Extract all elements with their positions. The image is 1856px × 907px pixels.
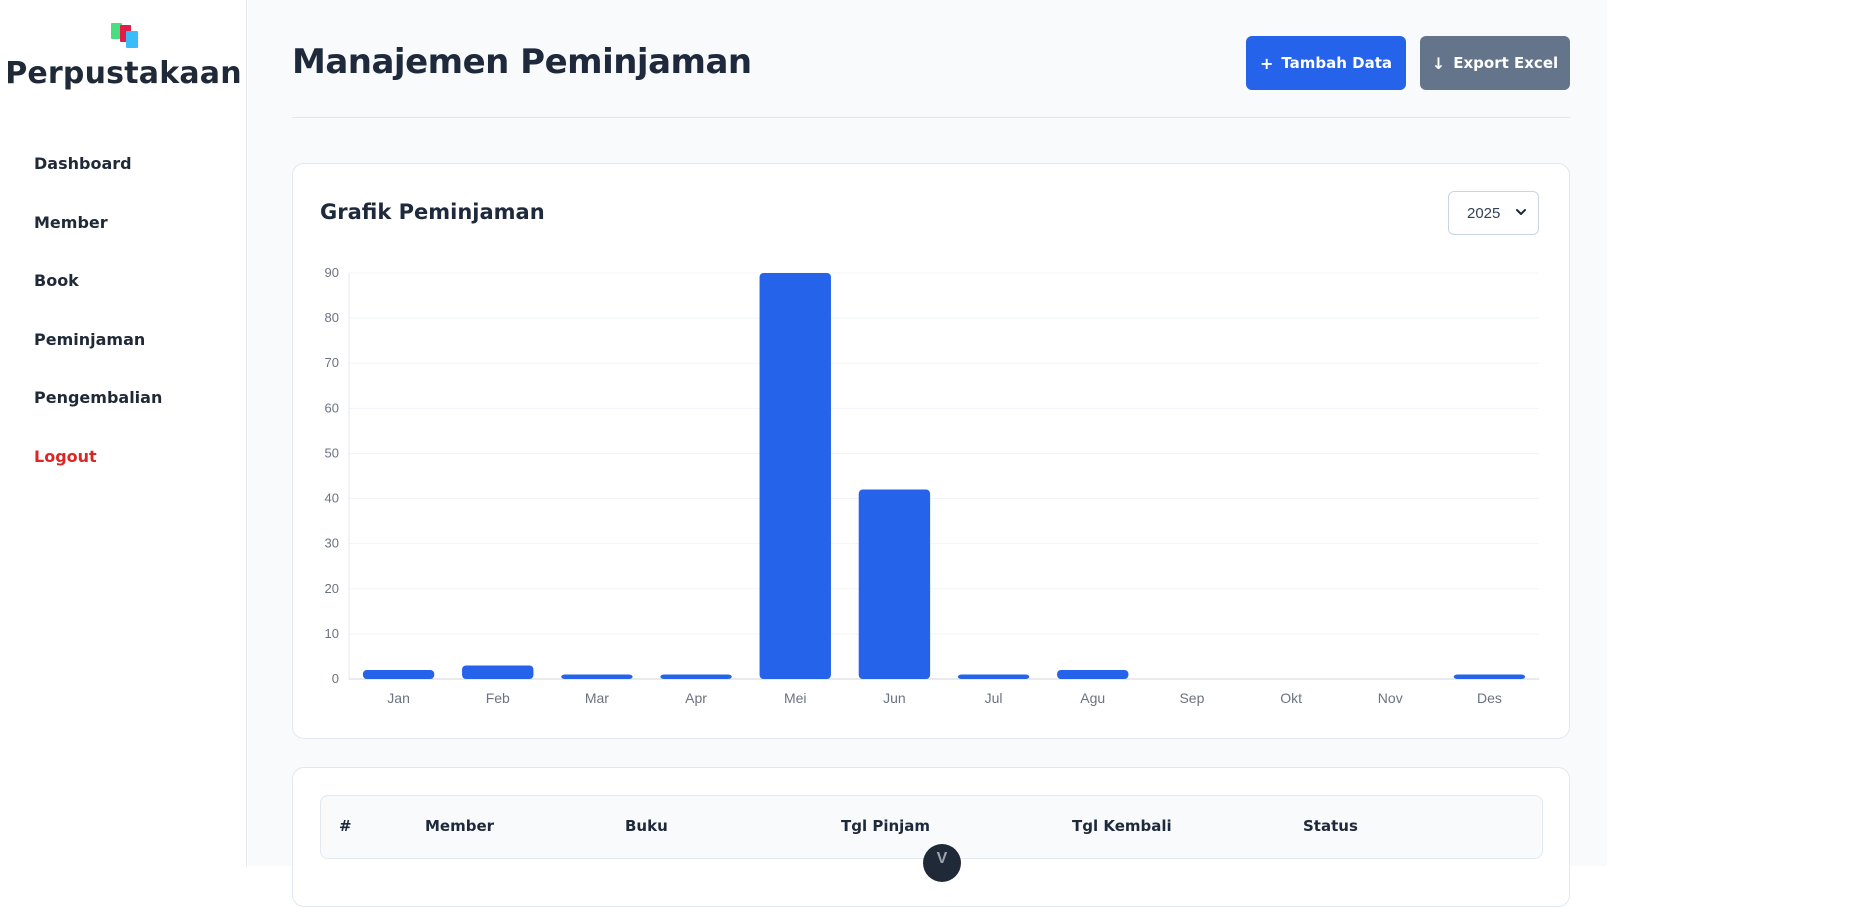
add-data-label: Tambah Data — [1281, 54, 1393, 72]
bar-jul — [957, 674, 1030, 679]
x-tick-label: Sep — [1179, 690, 1204, 706]
x-tick-label: Okt — [1280, 690, 1302, 706]
sidebar-item-pengembalian[interactable]: Pengembalian — [34, 380, 162, 439]
brand: Perpustakaan — [0, 20, 247, 91]
sidebar-item-peminjaman[interactable]: Peminjaman — [34, 322, 162, 381]
bar-mei — [759, 273, 831, 679]
export-excel-label: Export Excel — [1453, 54, 1559, 72]
y-tick-label: 20 — [325, 581, 339, 596]
y-tick-label: 30 — [325, 536, 339, 551]
add-data-button[interactable]: + Tambah Data — [1246, 36, 1406, 90]
x-tick-label: Nov — [1378, 690, 1403, 706]
sidebar-item-book[interactable]: Book — [34, 263, 162, 322]
sidebar-nav: Dashboard Member Book Peminjaman Pengemb… — [34, 146, 162, 498]
y-tick-label: 90 — [325, 265, 339, 280]
x-tick-label: Jun — [883, 690, 906, 706]
x-tick-label: Feb — [486, 690, 510, 706]
table-card: # Member Buku Tgl Pinjam Tgl Kembali Sta… — [292, 767, 1570, 907]
column-header-tgl-pinjam: Tgl Pinjam — [841, 817, 931, 835]
y-tick-label: 50 — [325, 445, 339, 460]
y-tick-label: 80 — [325, 310, 339, 325]
column-header-status: Status — [1303, 817, 1358, 835]
bar-feb — [462, 665, 534, 679]
x-tick-label: Mei — [784, 690, 807, 706]
chart-card: Grafik Peminjaman 2025 0 10 20 30 40 50 60 70 80… — [292, 163, 1570, 739]
x-tick-label: Agu — [1080, 690, 1105, 706]
page-header: Manajemen Peminjaman + Tambah Data ↓ Exp… — [292, 36, 1570, 118]
download-arrow-icon: ↓ — [1431, 53, 1446, 73]
sidebar: Perpustakaan Dashboard Member Book Pemin… — [0, 0, 247, 866]
column-header-buku: Buku — [625, 817, 668, 835]
books-icon — [107, 20, 141, 50]
main-content: Manajemen Peminjaman + Tambah Data ↓ Exp… — [248, 0, 1607, 907]
bar-jun — [858, 489, 931, 679]
bar-agu — [1057, 669, 1129, 679]
plus-icon: + — [1259, 53, 1274, 73]
x-tick-label: Jul — [985, 690, 1003, 706]
x-tick-label: Jan — [387, 690, 410, 706]
sidebar-item-dashboard[interactable]: Dashboard — [34, 146, 162, 205]
y-tick-label: 70 — [325, 355, 339, 370]
y-tick-label: 40 — [325, 491, 339, 506]
column-header-member: Member — [425, 817, 495, 835]
bar-jan — [362, 669, 435, 679]
bar-des — [1453, 674, 1526, 679]
column-header-tgl-kembali: Tgl Kembali — [1072, 817, 1172, 835]
page-title: Manajemen Peminjaman — [292, 42, 752, 82]
y-tick-label: 10 — [325, 626, 339, 641]
column-header-number: # — [339, 817, 352, 835]
bar-chart: 0 10 20 30 40 50 60 70 80 90 Jan Feb Mar Apr Mei Jun Jul… — [325, 265, 1539, 706]
x-tick-label: Des — [1477, 690, 1502, 706]
brand-title: Perpustakaan — [5, 56, 242, 91]
export-excel-button[interactable]: ↓ Export Excel — [1420, 36, 1570, 90]
sidebar-item-logout[interactable]: Logout — [34, 439, 162, 498]
x-tick-label: Mar — [585, 690, 609, 706]
bar-apr — [660, 674, 732, 679]
y-tick-label: 60 — [325, 400, 339, 415]
bar-mar — [561, 674, 633, 679]
app: Perpustakaan Dashboard Member Book Pemin… — [0, 0, 1607, 907]
y-tick-label: 0 — [332, 671, 339, 686]
floating-toolbar-button[interactable]: V — [923, 844, 961, 882]
x-tick-label: Apr — [685, 690, 707, 706]
sidebar-item-member[interactable]: Member — [34, 205, 162, 264]
